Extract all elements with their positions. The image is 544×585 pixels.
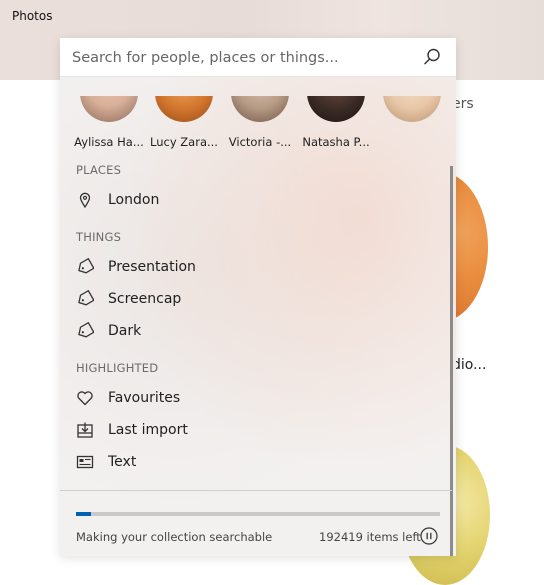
text-card-icon (76, 455, 94, 469)
face-thumbnail (80, 96, 138, 122)
face-thumbnail (383, 96, 441, 122)
tag-icon (78, 322, 94, 338)
pause-indexing-button[interactable] (420, 527, 438, 545)
person-avatar (80, 96, 138, 122)
face-thumbnail (155, 96, 213, 122)
section-header-places: PLACES (76, 163, 122, 177)
location-pin-icon (79, 192, 91, 209)
search-flyout: Aylissa Ha... Lucy Zara... Victoria -...… (60, 38, 456, 556)
person-avatar (307, 96, 365, 122)
people-row: Aylissa Ha... Lucy Zara... Victoria -...… (60, 96, 456, 154)
indexing-progress-fill (76, 512, 91, 516)
background-card-label: dio... (452, 357, 487, 373)
place-item-london[interactable]: London (60, 185, 446, 215)
face-thumbnail (307, 96, 365, 122)
item-label: Favourites (108, 390, 181, 406)
person-item[interactable] (365, 96, 441, 152)
item-label: Dark (108, 323, 142, 339)
person-item[interactable]: Aylissa Ha... (62, 96, 144, 152)
tag-icon (78, 290, 94, 306)
footer-divider (60, 490, 452, 491)
thing-item-dark[interactable]: Dark (60, 316, 446, 346)
item-label: Screencap (108, 291, 182, 307)
tag-icon (78, 258, 94, 274)
indexing-status-text: Making your collection searchable (76, 530, 273, 544)
person-avatar (155, 96, 213, 122)
highlighted-item-last-import[interactable]: Last import (60, 415, 446, 445)
highlighted-item-text[interactable]: Text (60, 447, 446, 477)
person-item[interactable]: Lucy Zara... (137, 96, 218, 152)
item-label: Text (108, 454, 137, 470)
face-thumbnail (231, 96, 289, 122)
heart-icon (77, 391, 93, 406)
item-label: London (108, 192, 160, 208)
import-icon (77, 422, 93, 438)
search-box (60, 38, 456, 78)
indexing-progress-bar (76, 512, 440, 516)
highlighted-item-favourites[interactable]: Favourites (60, 383, 446, 413)
person-avatar (231, 96, 289, 122)
scrollbar[interactable] (450, 166, 453, 556)
search-input[interactable] (70, 38, 414, 78)
thing-item-presentation[interactable]: Presentation (60, 252, 446, 282)
section-header-things: THINGS (76, 230, 122, 244)
person-item[interactable]: Victoria -... (213, 96, 291, 152)
search-icon[interactable] (422, 47, 442, 67)
app-title: Photos (12, 9, 53, 23)
person-avatar (383, 96, 441, 122)
item-label: Last import (108, 422, 188, 438)
items-left-count: 192419 items left (319, 530, 421, 544)
thing-item-screencap[interactable]: Screencap (60, 284, 446, 314)
item-label: Presentation (108, 259, 196, 275)
person-item[interactable]: Natasha P... (289, 96, 370, 152)
section-header-highlighted: HIGHLIGHTED (76, 361, 159, 375)
